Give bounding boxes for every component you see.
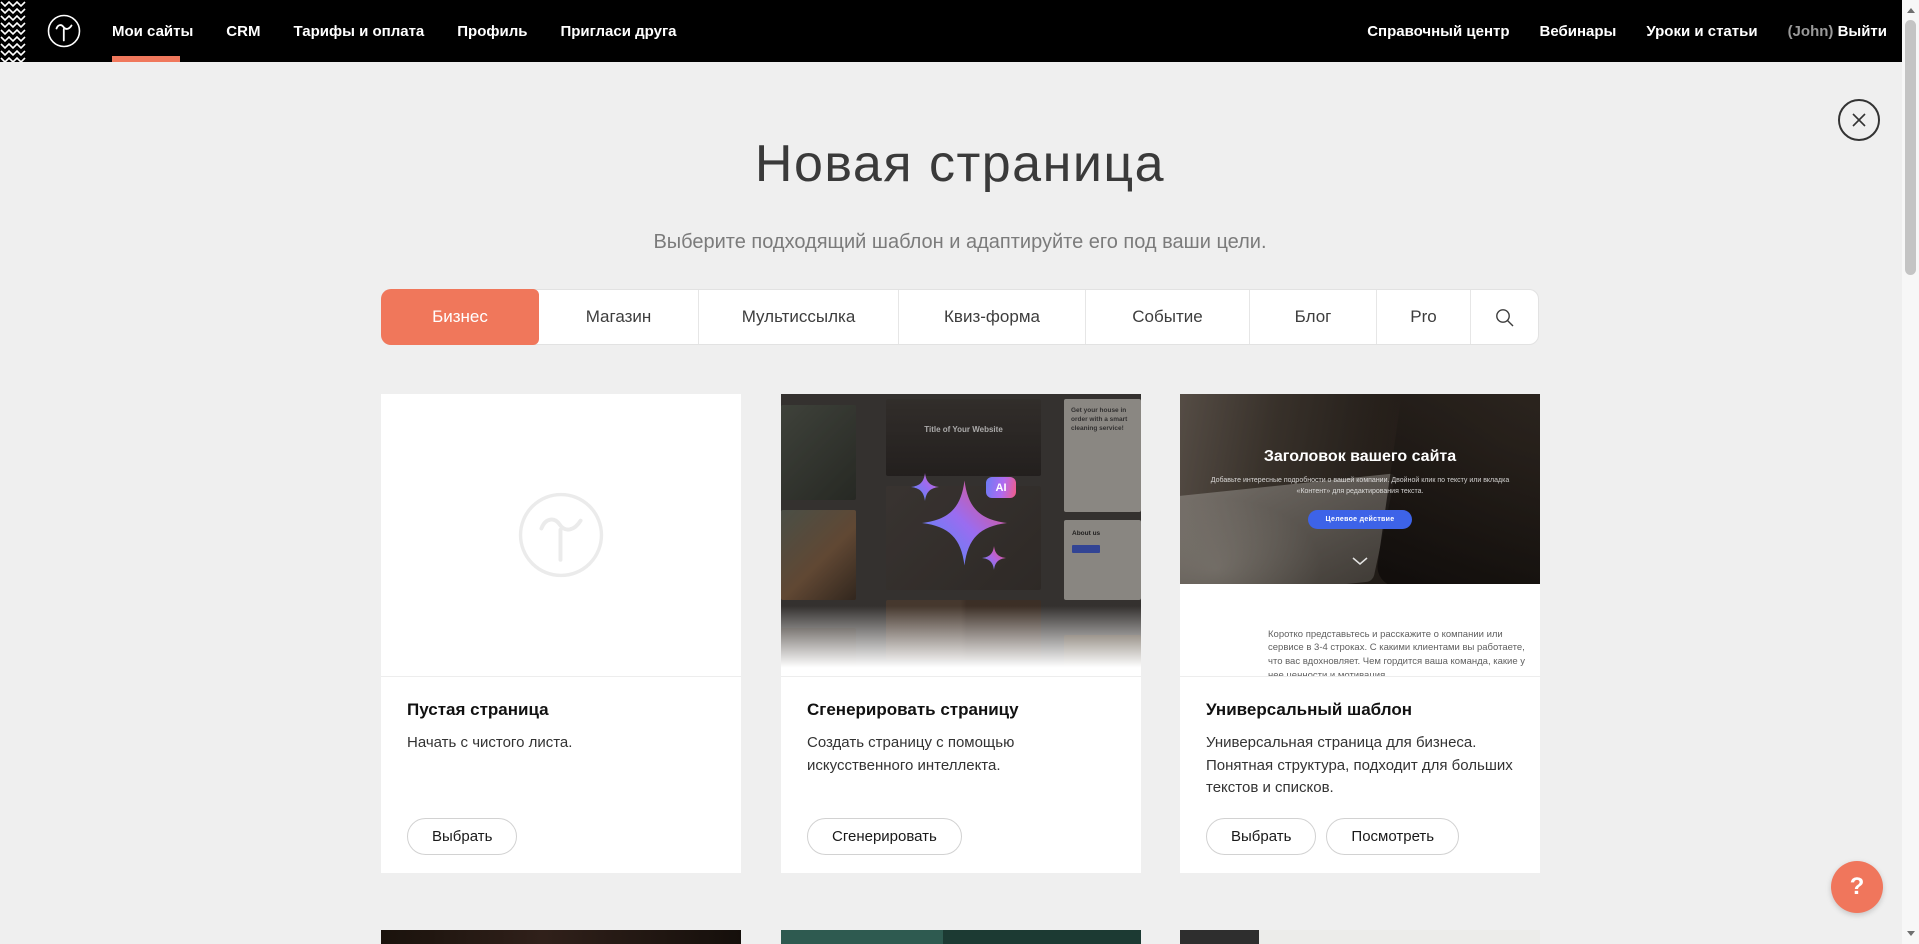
tab-quiz-form[interactable]: Квиз-форма <box>898 290 1085 344</box>
template-category-tabs: Бизнес Магазин Мультиссылка Квиз-форма С… <box>381 289 1539 345</box>
tab-business[interactable]: Бизнес <box>381 289 539 345</box>
tab-search[interactable] <box>1470 290 1538 344</box>
nav-lessons[interactable]: Уроки и статьи <box>1646 23 1757 40</box>
universal-template-preview[interactable]: Заголовок вашего сайта Добавьте интересн… <box>1180 394 1540 676</box>
card-description: Универсальная страница для бизнеса. Поня… <box>1206 732 1514 800</box>
card-body: Сгенерировать страницу Создать страницу … <box>781 677 1141 873</box>
next-row-card-partial[interactable] <box>781 930 1141 944</box>
preview-hero-section: Заголовок вашего сайта Добавьте интересн… <box>1180 394 1540 584</box>
card-description: Начать с чистого листа. <box>407 732 715 755</box>
nav-invite-friend[interactable]: Пригласи друга <box>560 23 676 40</box>
scrollbar-down-arrow[interactable] <box>1902 925 1919 942</box>
user-name: (John) <box>1788 23 1834 40</box>
top-navbar: Мои сайты CRM Тарифы и оплата Профиль Пр… <box>0 0 1919 62</box>
hero-subtitle: Добавьте интересные подробности о вашей … <box>1210 476 1510 497</box>
ai-template-preview[interactable]: Title of Your Website Get your house in … <box>781 394 1141 676</box>
scrollbar-up-arrow[interactable] <box>1902 2 1919 19</box>
ai-badge: AI <box>986 477 1016 498</box>
close-icon <box>1850 111 1868 129</box>
tab-event[interactable]: Событие <box>1085 290 1249 344</box>
hero-cta-button: Целевое действие <box>1308 510 1413 529</box>
tab-multilink[interactable]: Мультиссылка <box>698 290 898 344</box>
template-card-blank: Пустая страница Начать с чистого листа. … <box>381 394 741 873</box>
hero-title: Заголовок вашего сайта <box>1180 448 1540 466</box>
search-icon <box>1494 307 1515 328</box>
card-body: Пустая страница Начать с чистого листа. … <box>381 677 741 873</box>
card-buttons: Выбрать <box>407 818 517 855</box>
preview-bottom-fade <box>781 606 1141 676</box>
preview-about-text: Коротко представьтесь и расскажите о ком… <box>1268 628 1530 677</box>
generate-button[interactable]: Сгенерировать <box>807 818 962 855</box>
next-row-card-partial[interactable] <box>381 930 741 944</box>
select-universal-button[interactable]: Выбрать <box>1206 818 1316 855</box>
navbar-left-menu: Мои сайты CRM Тарифы и оплата Профиль Пр… <box>112 0 677 62</box>
new-page-template-picker: Мои сайты CRM Тарифы и оплата Профиль Пр… <box>0 0 1919 944</box>
nav-tariffs[interactable]: Тарифы и оплата <box>293 23 424 40</box>
card-body: Универсальный шаблон Универсальная стран… <box>1180 677 1540 873</box>
tilda-watermark-icon <box>514 488 608 582</box>
logout-label: Выйти <box>1838 23 1887 40</box>
scrollbar-thumb[interactable] <box>1905 20 1916 275</box>
tab-blog[interactable]: Блог <box>1249 290 1376 344</box>
nav-help-center[interactable]: Справочный центр <box>1367 23 1509 40</box>
ai-sparkle-small-icon <box>911 472 939 502</box>
active-nav-underline <box>112 56 180 62</box>
chevron-down-icon <box>1352 557 1368 565</box>
ai-sparkle-small-icon <box>982 545 1006 571</box>
nav-logout[interactable]: (John) Выйти <box>1788 23 1887 40</box>
preview-universal-button[interactable]: Посмотреть <box>1326 818 1459 855</box>
nav-webinars[interactable]: Вебинары <box>1540 23 1617 40</box>
vertical-scrollbar[interactable] <box>1902 0 1919 944</box>
nav-profile[interactable]: Профиль <box>457 23 527 40</box>
card-title: Пустая страница <box>407 700 715 720</box>
tab-pro[interactable]: Pro <box>1376 290 1470 344</box>
hero-content: Заголовок вашего сайта Добавьте интересн… <box>1180 394 1540 529</box>
template-card-ai-generate: Title of Your Website Get your house in … <box>781 394 1141 873</box>
select-blank-button[interactable]: Выбрать <box>407 818 517 855</box>
close-button[interactable] <box>1838 99 1880 141</box>
help-chat-button[interactable]: ? <box>1831 861 1883 913</box>
card-buttons: Сгенерировать <box>807 818 962 855</box>
navbar-right-menu: Справочный центр Вебинары Уроки и статьи… <box>1367 0 1887 62</box>
tilda-logo[interactable] <box>46 13 82 49</box>
page-subtitle: Выберите подходящий шаблон и адаптируйте… <box>380 231 1540 254</box>
blank-template-preview[interactable] <box>381 394 741 676</box>
card-title: Сгенерировать страницу <box>807 700 1115 720</box>
nav-crm[interactable]: CRM <box>226 23 260 40</box>
zigzag-decoration-icon <box>0 0 27 62</box>
tab-shop[interactable]: Магазин <box>539 290 698 344</box>
card-buttons: Выбрать Посмотреть <box>1206 818 1459 855</box>
nav-my-sites[interactable]: Мои сайты <box>112 23 193 40</box>
template-card-universal: Заголовок вашего сайта Добавьте интересн… <box>1180 394 1540 873</box>
card-description: Создать страницу с помощью искусственног… <box>807 732 1057 777</box>
next-row-card-partial[interactable] <box>1180 930 1540 944</box>
card-title: Универсальный шаблон <box>1206 700 1514 720</box>
page-title: Новая страница <box>380 134 1540 194</box>
